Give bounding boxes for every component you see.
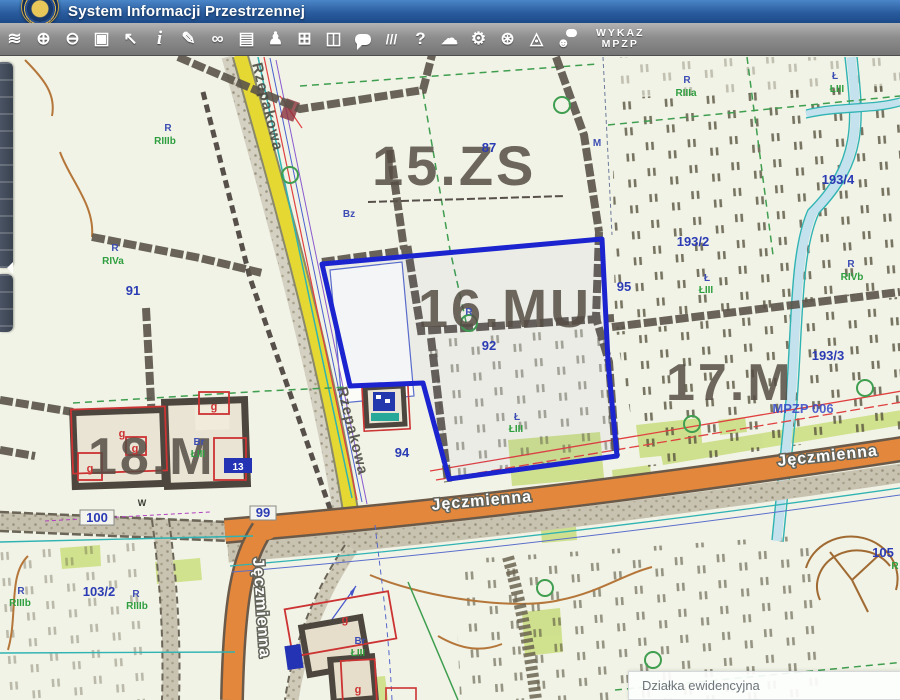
soil-r: R: [164, 123, 172, 134]
map-svg: 15.ZS 16.MU 17.M 18.M 87 92 95 94 91 99 …: [0, 0, 900, 700]
settings-gears-icon[interactable]: ⚙: [464, 25, 493, 53]
parcel-103-2: 103/2: [83, 584, 116, 599]
soil-liii: ŁIII: [830, 84, 845, 95]
parcel-92: 92: [482, 338, 496, 353]
parcel-193-4: 193/4: [822, 172, 855, 187]
copy-view-icon[interactable]: ⊞: [290, 25, 319, 53]
soil-riiib: RIIIb: [126, 601, 148, 612]
soil-r: R: [891, 561, 899, 572]
cloud-download-icon[interactable]: ☁: [435, 25, 464, 53]
street-view-icon[interactable]: ♟: [261, 25, 290, 53]
parcel-193-3: 193/3: [812, 348, 845, 363]
soil-r: R: [847, 259, 855, 270]
parcel-87: 87: [482, 140, 496, 155]
soil-r: R: [111, 243, 119, 254]
speech-bubble-shape: [355, 34, 371, 45]
measure-draw-icon[interactable]: ✎: [174, 25, 203, 53]
soil-l: Ł: [704, 273, 710, 284]
search-location-icon[interactable]: ⊛: [493, 25, 522, 53]
north-triangle-icon[interactable]: ◬: [522, 25, 551, 53]
soil-r: R: [465, 307, 473, 318]
g-label: g: [87, 463, 94, 475]
soil-riiib: RIIIb: [154, 136, 176, 147]
soil-l: Ł: [832, 71, 838, 82]
soil-riiia: RIIIa: [675, 88, 697, 99]
gis-application: 15.ZS 16.MU 17.M 18.M 87 92 95 94 91 99 …: [0, 0, 900, 700]
wykaz-line2: MPZP: [596, 39, 645, 50]
soil-liii: ŁIII: [351, 648, 366, 659]
feedback-shape: ☻: [557, 31, 575, 47]
g-label: g: [342, 614, 349, 626]
soil-rivb: RIVb: [841, 272, 864, 283]
speech-bubble-icon[interactable]: [348, 25, 377, 53]
soil-m: M: [593, 138, 601, 149]
soil-r: R: [683, 75, 691, 86]
zoom-in-icon[interactable]: ⊕: [29, 25, 58, 53]
zoom-out-icon[interactable]: ⊖: [58, 25, 87, 53]
zone-label-16mu: 16.MU: [418, 279, 592, 339]
full-extent-icon[interactable]: ▣: [87, 25, 116, 53]
parcel-105: 105: [872, 545, 894, 560]
g-label: g: [355, 684, 362, 696]
soil-br: Br: [354, 636, 365, 647]
soil-br: Br: [193, 437, 204, 448]
parcel-91: 91: [126, 283, 140, 298]
plate-13-label: 13: [232, 462, 244, 473]
parallel-measure-icon[interactable]: ///: [377, 25, 406, 53]
parcel-100: 100: [86, 510, 108, 525]
soil-l: Ł: [514, 412, 520, 423]
share-link-icon[interactable]: ∞: [203, 25, 232, 53]
help-icon[interactable]: ?: [406, 25, 435, 53]
print-icon[interactable]: ▤: [232, 25, 261, 53]
identify-info-icon[interactable]: i: [145, 25, 174, 53]
g-label: g: [119, 428, 126, 440]
map-toolbar: ≋ ⊕ ⊖ ▣ ↖ i ✎ ∞ ▤ ♟ ⊞ ◫ /// ? ☁ ⚙ ⊛ ◬ ☻ …: [0, 23, 900, 56]
feature-tooltip-text: Działka ewidencyjna: [642, 678, 760, 693]
layout-panels-icon[interactable]: ◫: [319, 25, 348, 53]
map-canvas[interactable]: 15.ZS 16.MU 17.M 18.M 87 92 95 94 91 99 …: [0, 0, 900, 700]
parcel-99: 99: [256, 505, 270, 520]
building-rzepakowa: [362, 383, 410, 431]
soil-liii: ŁIII: [191, 449, 206, 460]
select-pointer-icon[interactable]: ↖: [116, 25, 145, 53]
parcel-94: 94: [395, 445, 410, 460]
side-panel-tab-lower[interactable]: [0, 274, 13, 332]
feature-tooltip: Działka ewidencyjna: [628, 671, 900, 700]
soil-r: R: [17, 586, 25, 597]
layers-icon[interactable]: ≋: [0, 25, 29, 53]
app-title: System Informacji Przestrzennej: [68, 3, 305, 20]
soil-liii: ŁIII: [509, 424, 524, 435]
soil-bz: Bz: [343, 209, 355, 220]
g-label: g: [211, 401, 218, 413]
soil-riiib: RIIIb: [9, 598, 31, 609]
soil-liii: ŁIII: [699, 285, 714, 296]
title-bar: System Informacji Przestrzennej: [0, 0, 900, 23]
mpzp-boundary-label: MPZP 006: [772, 401, 833, 416]
g-label: g: [132, 443, 139, 455]
feedback-person-icon[interactable]: ☻: [551, 25, 580, 53]
parcel-193-2: 193/2: [677, 234, 710, 249]
soil-r: R: [132, 589, 140, 600]
wykaz-mpzp-button[interactable]: WYKAZ MPZP: [596, 28, 645, 50]
zone-label-15zs: 15.ZS: [372, 134, 536, 197]
parcel-95: 95: [617, 279, 631, 294]
side-panel-tab-upper[interactable]: [0, 62, 13, 268]
soil-riva: RIVa: [102, 256, 124, 267]
soil-w: W: [138, 498, 147, 508]
